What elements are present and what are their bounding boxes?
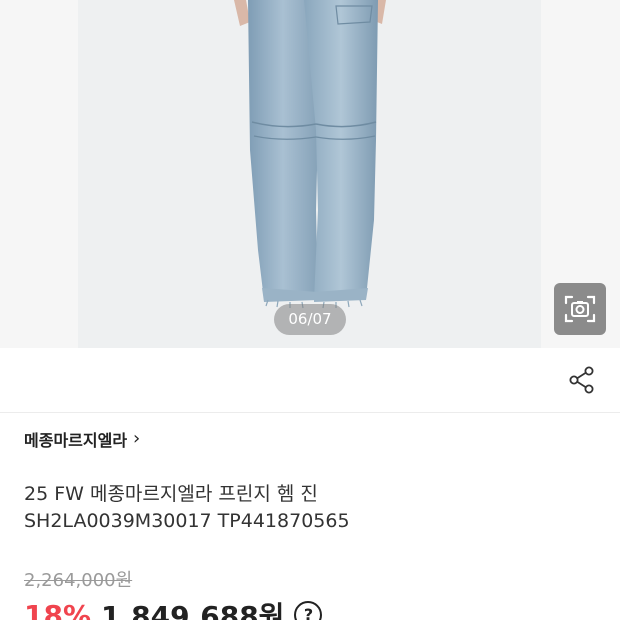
image-counter-badge: 06/07 [274, 304, 346, 335]
price-help-icon[interactable]: ? [294, 601, 323, 620]
share-row [0, 348, 620, 413]
chevron-right-icon: › [133, 428, 141, 449]
brand-link[interactable]: 메종마르지엘라 › [24, 427, 140, 451]
product-image-gallery[interactable]: 06/07 [0, 0, 620, 348]
product-title: 25 FW 메종마르지엘라 프린지 헴 진 SH2LA0039M30017 TP… [24, 481, 594, 535]
price-row: 18% 1,849,688원 ? [24, 595, 323, 620]
product-detail-page: 06/07 메종마르지엘라 › 25 FW 메종마르지엘라 프린지 헴 진 SH… [0, 0, 620, 620]
share-icon [569, 366, 594, 394]
image-search-button[interactable] [554, 283, 606, 335]
discount-rate: 18% [24, 598, 92, 620]
sale-price: 1,849,688원 [101, 600, 285, 620]
product-photo[interactable] [78, 0, 541, 348]
original-price: 2,264,000원 [24, 570, 133, 591]
jeans-illustration [234, 0, 386, 309]
product-title-line1: 25 FW 메종마르지엘라 프린지 헴 진 [24, 483, 318, 505]
camera-search-icon [564, 295, 596, 323]
product-title-line2: SH2LA0039M30017 TP441870565 [24, 510, 350, 532]
brand-name: 메종마르지엘라 [24, 431, 128, 450]
share-button[interactable] [568, 366, 596, 394]
